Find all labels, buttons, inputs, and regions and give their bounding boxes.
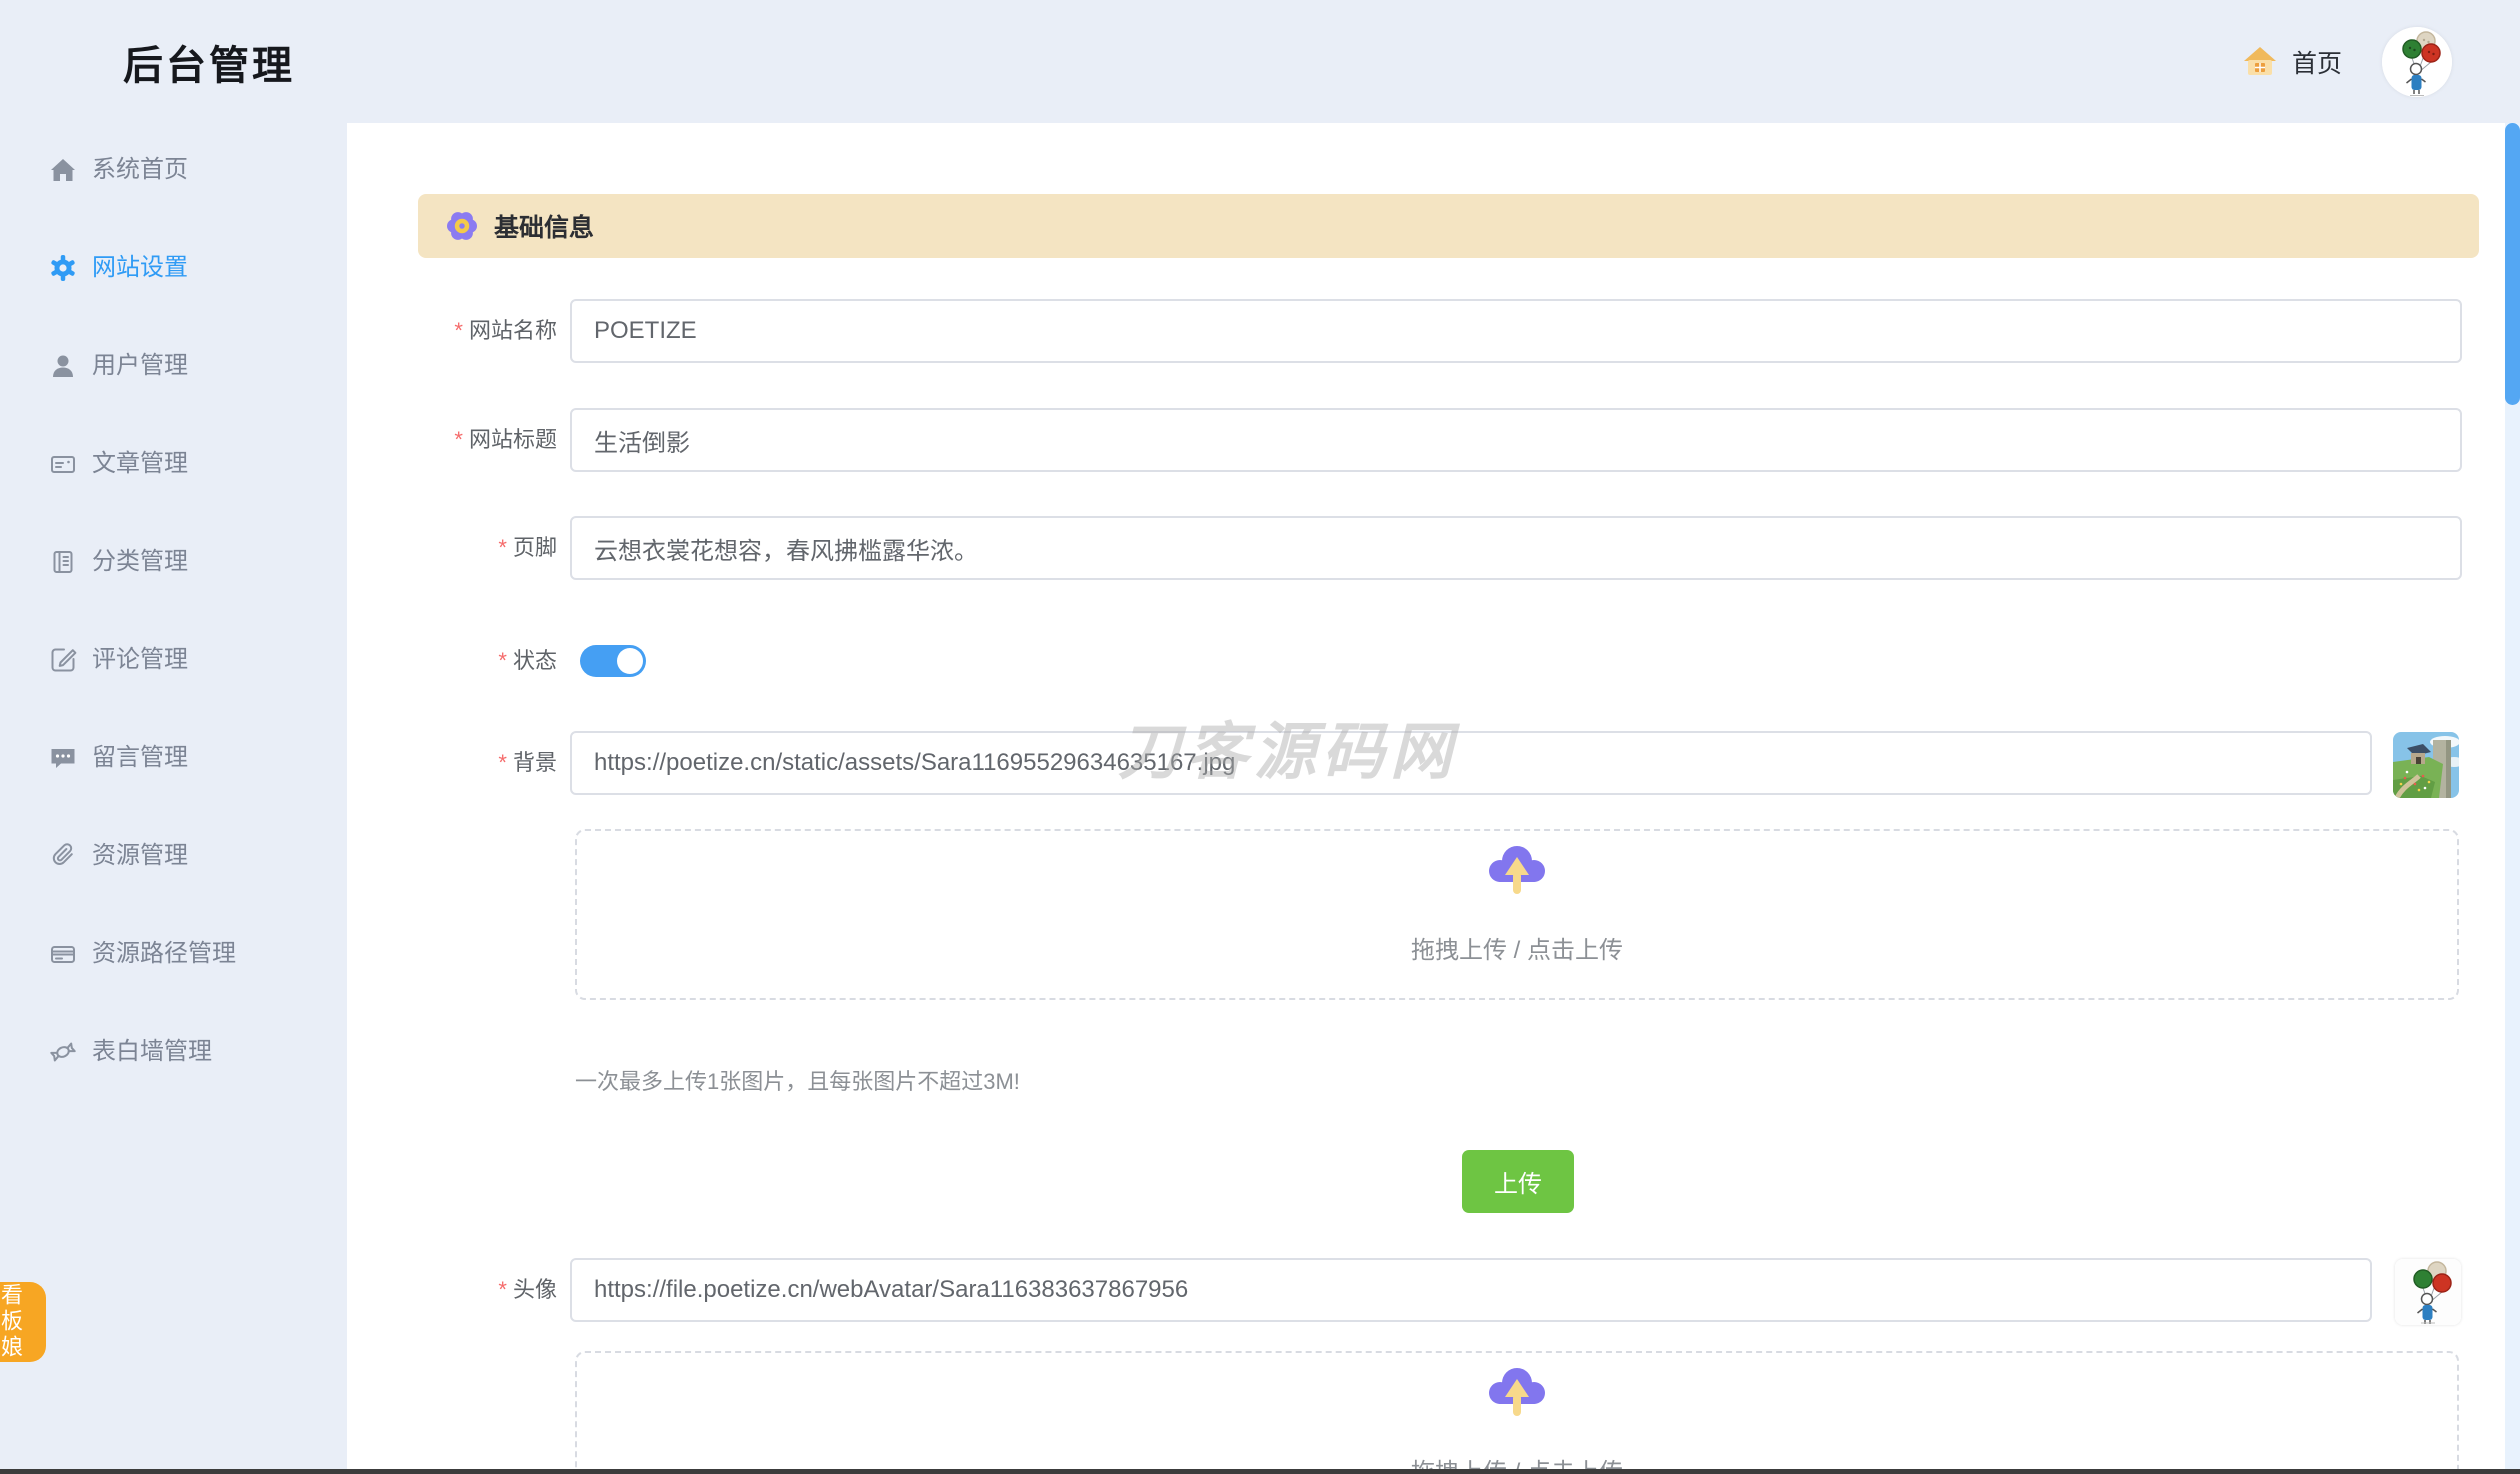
landscape-image	[2393, 732, 2459, 798]
app: 后台管理 首页	[0, 0, 2520, 1474]
user-icon	[48, 351, 78, 381]
status-label: *状态	[347, 629, 557, 693]
sidebar-item-site-settings[interactable]: 网站设置	[0, 238, 347, 298]
mascot-badge[interactable]: 看板娘	[0, 1282, 46, 1362]
house-icon	[2242, 44, 2278, 80]
sidebar-item-label: 系统首页	[92, 140, 188, 200]
home-link-label: 首页	[2292, 44, 2342, 80]
sidebar-item-confession-wall[interactable]: 表白墙管理	[0, 1022, 347, 1082]
sidebar-item-label: 表白墙管理	[92, 1022, 212, 1082]
sidebar-item-system-home[interactable]: 系统首页	[0, 140, 347, 200]
background-url-input[interactable]	[570, 731, 2372, 795]
site-name-input[interactable]	[570, 299, 2462, 363]
required-mark: *	[454, 318, 463, 343]
scrollbar-track[interactable]	[2505, 123, 2520, 1474]
home-link[interactable]: 首页	[2242, 44, 2342, 80]
header-right: 首页	[2242, 27, 2452, 97]
site-title-label: *网站标题	[347, 408, 557, 472]
sidebar-item-label: 网站设置	[92, 238, 188, 298]
content-panel: 基础信息 *网站名称 *网站标题 *页脚 *状态 *背景	[347, 123, 2505, 1474]
card-icon	[48, 939, 78, 969]
upload-hint: 一次最多上传1张图片，且每张图片不超过3M!	[575, 1064, 1020, 1096]
sidebar-item-label: 资源管理	[92, 826, 188, 886]
sidebar-item-articles[interactable]: 文章管理	[0, 434, 347, 494]
sidebar-item-label: 文章管理	[92, 434, 188, 494]
flower-gear-icon	[444, 208, 480, 244]
sidebar-item-users[interactable]: 用户管理	[0, 336, 347, 396]
sidebar-item-resource-paths[interactable]: 资源路径管理	[0, 924, 347, 984]
home-icon	[48, 155, 78, 185]
sidebar-item-guestbook[interactable]: 留言管理	[0, 728, 347, 788]
footer-label: *页脚	[347, 516, 557, 580]
required-mark: *	[498, 1277, 507, 1302]
avatar-thumbnail[interactable]	[2395, 1259, 2461, 1325]
avatar-image	[2395, 1259, 2461, 1325]
sidebar-item-resources[interactable]: 资源管理	[0, 826, 347, 886]
comment-edit-icon	[48, 645, 78, 675]
sidebar-item-categories[interactable]: 分类管理	[0, 532, 347, 592]
article-icon	[48, 449, 78, 479]
app-header: 后台管理 首页	[0, 0, 2520, 123]
bottom-edge-bar	[0, 1469, 2520, 1474]
upload-cloud-icon	[577, 841, 2457, 904]
footer-input[interactable]	[570, 516, 2462, 580]
sidebar-item-label: 资源路径管理	[92, 924, 236, 984]
background-label: *背景	[347, 731, 557, 795]
required-mark: *	[498, 750, 507, 775]
category-icon	[48, 547, 78, 577]
background-dropzone[interactable]: 拖拽上传 / 点击上传	[575, 829, 2459, 1000]
section-title: 基础信息	[494, 208, 594, 244]
required-mark: *	[498, 648, 507, 673]
paperclip-icon	[48, 841, 78, 871]
required-mark: *	[454, 427, 463, 452]
avatar-dropzone[interactable]: 拖拽上传 / 点击上传	[575, 1351, 2459, 1474]
sidebar-item-label: 分类管理	[92, 532, 188, 592]
sidebar-item-comments[interactable]: 评论管理	[0, 630, 347, 690]
sidebar-item-label: 评论管理	[92, 630, 188, 690]
message-icon	[48, 743, 78, 773]
status-toggle[interactable]	[580, 645, 646, 677]
upload-cloud-icon	[577, 1363, 2457, 1426]
app-logo: 后台管理	[123, 33, 295, 91]
background-thumbnail[interactable]	[2393, 732, 2459, 798]
sidebar-item-label: 用户管理	[92, 336, 188, 396]
avatar-url-input[interactable]	[570, 1258, 2372, 1322]
toggle-knob	[617, 648, 643, 674]
section-header-basic-info: 基础信息	[418, 194, 2479, 258]
sidebar-item-label: 留言管理	[92, 728, 188, 788]
sidebar: 系统首页 网站设置	[0, 123, 347, 1474]
avatar-illustration	[2382, 27, 2452, 97]
site-title-input[interactable]	[570, 408, 2462, 472]
gear-icon	[48, 253, 78, 283]
avatar-label: *头像	[347, 1258, 557, 1322]
site-name-label: *网站名称	[347, 299, 557, 363]
user-avatar[interactable]	[2382, 27, 2452, 97]
scrollbar-thumb[interactable]	[2505, 123, 2520, 405]
required-mark: *	[498, 535, 507, 560]
dropzone-text: 拖拽上传 / 点击上传	[577, 930, 2457, 965]
candy-icon	[48, 1037, 78, 1067]
upload-button[interactable]: 上传	[1462, 1150, 1574, 1213]
